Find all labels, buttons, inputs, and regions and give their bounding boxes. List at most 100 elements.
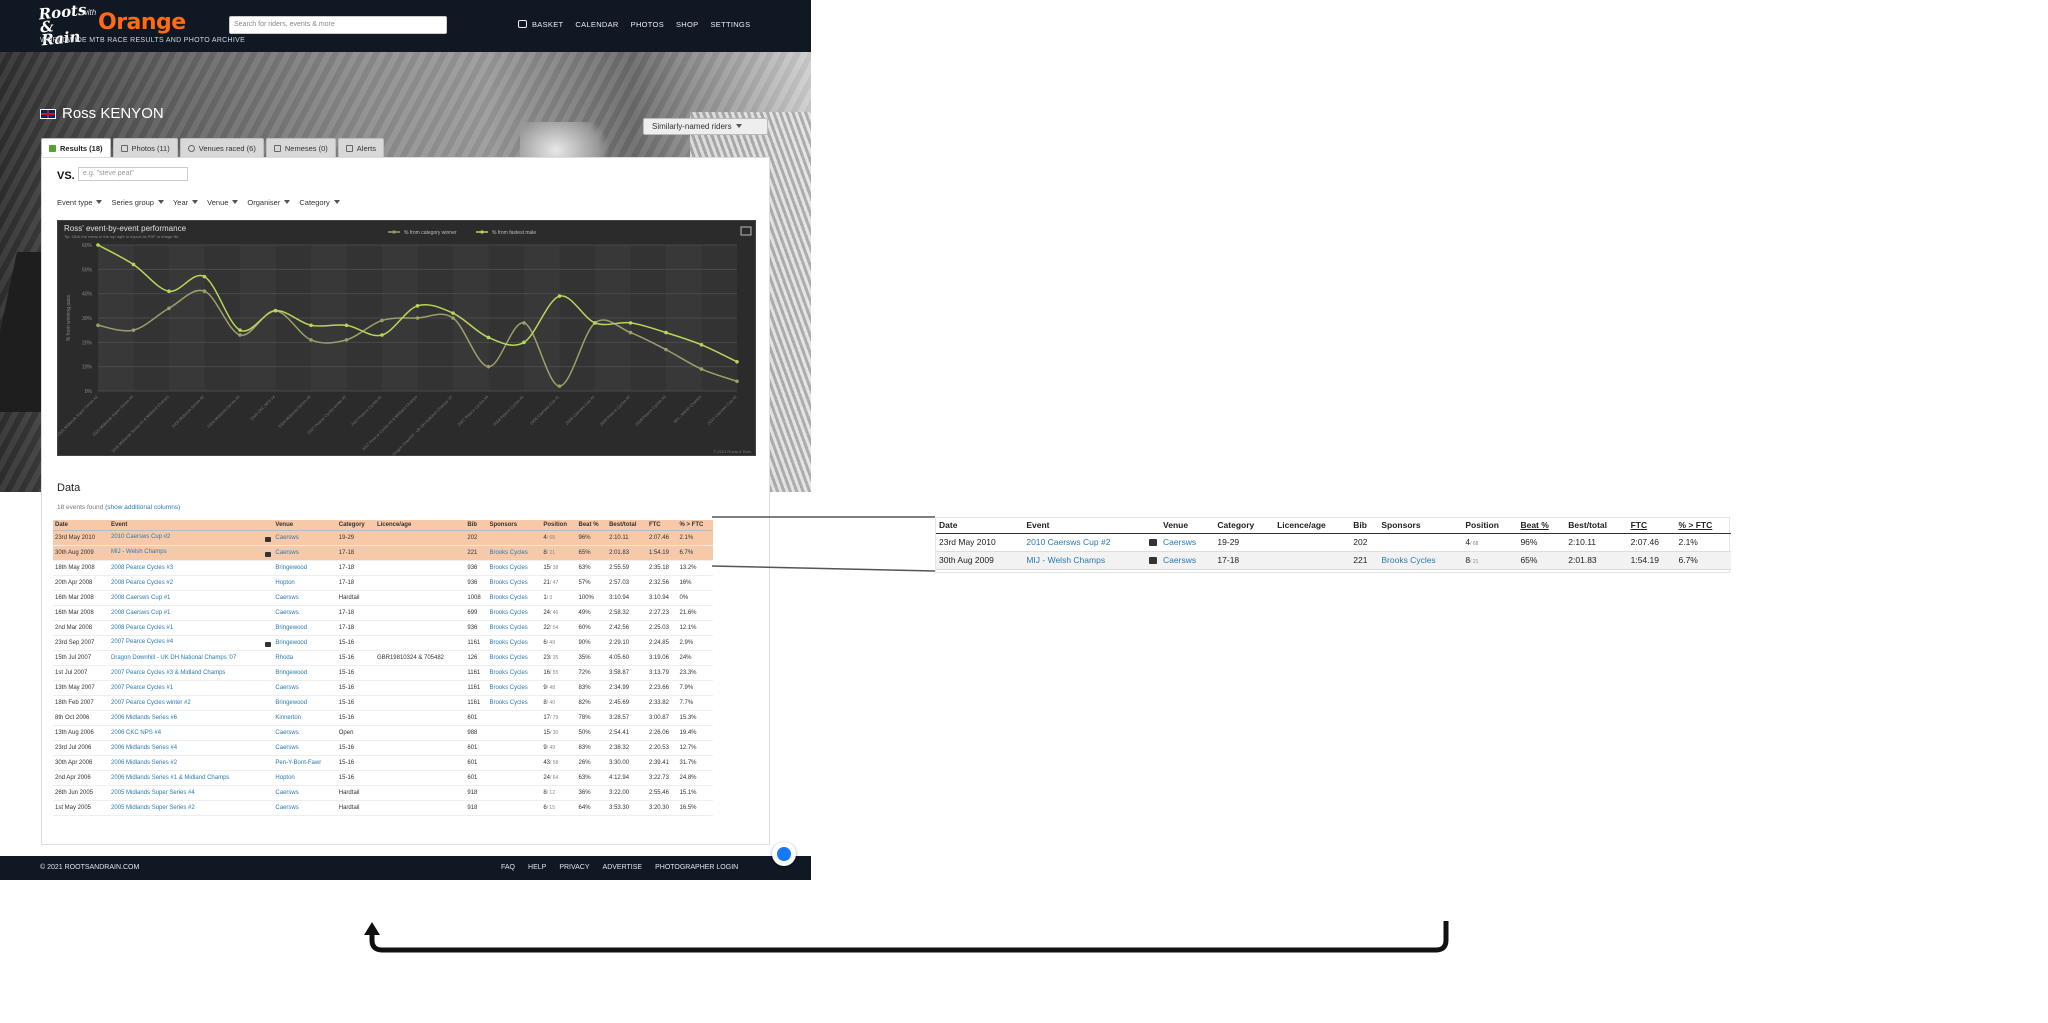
zoom-column-header[interactable]: Position xyxy=(1462,518,1518,534)
footer-advertise[interactable]: ADVERTISE xyxy=(603,864,643,871)
zoom-column-header[interactable]: Event xyxy=(1023,518,1161,534)
zoom-venue-link[interactable]: Caersws xyxy=(1160,551,1215,570)
sponsor-link[interactable]: Brooks Cycles xyxy=(487,545,542,561)
event-link[interactable]: MIJ - Welsh Champs xyxy=(109,545,274,561)
event-link[interactable]: 2008 Pearce Cycles #3 xyxy=(109,560,274,576)
tab-photos[interactable]: Photos (11) xyxy=(112,138,178,157)
venue-link[interactable]: Caersws xyxy=(273,785,337,801)
footer-faq[interactable]: FAQ xyxy=(501,864,515,871)
zoom-event-name[interactable]: MIJ - Welsh Champs xyxy=(1026,555,1105,565)
column-header[interactable]: Beat % xyxy=(576,520,608,531)
nav-shop[interactable]: SHOP xyxy=(676,20,698,29)
column-header[interactable]: Position xyxy=(541,520,577,531)
venue-link[interactable]: Bringewood xyxy=(273,695,337,711)
venue-link[interactable]: Bringewood xyxy=(273,620,337,636)
column-header[interactable]: FTC xyxy=(646,520,678,531)
sponsor-link[interactable]: Brooks Cycles xyxy=(487,665,542,681)
sponsor-link[interactable] xyxy=(487,740,542,756)
venue-link[interactable]: Caersws xyxy=(273,725,337,741)
venue-link[interactable]: Bringewood xyxy=(273,560,337,576)
zoom-column-header[interactable]: Licence/age xyxy=(1274,518,1351,534)
zoom-column-header[interactable]: Date xyxy=(936,518,1024,534)
sponsor-link[interactable]: Brooks Cycles xyxy=(487,560,542,576)
venue-link[interactable]: Bringewood xyxy=(273,635,337,651)
venue-link[interactable]: Rhoda xyxy=(273,650,337,666)
zoom-venue-link[interactable]: Caersws xyxy=(1160,533,1215,552)
venue-link[interactable]: Caersws xyxy=(273,590,337,606)
sponsor-link[interactable] xyxy=(487,710,542,726)
zoom-event-link[interactable]: MIJ - Welsh Champs xyxy=(1023,551,1161,570)
zoom-sponsor-link[interactable] xyxy=(1378,533,1463,552)
venue-link[interactable]: Caersws xyxy=(273,545,337,561)
sponsor-link[interactable]: Brooks Cycles xyxy=(487,695,542,711)
zoom-column-header[interactable]: Beat % xyxy=(1517,518,1566,534)
zoom-column-header[interactable]: Venue xyxy=(1160,518,1215,534)
camera-icon[interactable] xyxy=(265,642,272,647)
event-link[interactable]: 2008 Caersws Cup #1 xyxy=(109,605,274,621)
event-name[interactable]: 2010 Caersws Cup #2 xyxy=(111,534,170,540)
sponsor-link[interactable]: Brooks Cycles xyxy=(487,590,542,606)
tab-results[interactable]: Results (18) xyxy=(41,138,111,157)
similarly-named-riders-button[interactable]: Similarly-named riders xyxy=(643,118,768,135)
show-additional-columns-link[interactable]: (show additional columns) xyxy=(105,504,180,511)
sponsor-link[interactable]: Brooks Cycles xyxy=(487,620,542,636)
sponsor-link[interactable] xyxy=(487,800,542,816)
nav-settings[interactable]: SETTINGS xyxy=(710,20,750,29)
column-header[interactable]: Licence/age xyxy=(374,520,466,531)
sponsor-link[interactable]: Brooks Cycles xyxy=(487,680,542,696)
nav-calendar[interactable]: CALENDAR xyxy=(575,20,618,29)
vs-rider-input[interactable]: e.g. "steve peat" xyxy=(78,167,188,181)
event-link[interactable]: 2006 CKC NPS #4 xyxy=(109,725,274,741)
sponsor-link[interactable] xyxy=(487,530,542,546)
event-name[interactable]: 2007 Pearce Cycles #4 xyxy=(111,639,173,645)
messenger-chat-icon[interactable] xyxy=(772,842,796,866)
event-link[interactable]: 2005 Midlands Super Series #4 xyxy=(109,785,274,801)
venue-link[interactable]: Caersws xyxy=(273,800,337,816)
sponsor-link[interactable]: Brooks Cycles xyxy=(487,575,542,591)
nav-basket[interactable]: BASKET xyxy=(518,20,563,29)
sponsor-link[interactable]: Brooks Cycles xyxy=(487,650,542,666)
zoom-sponsor-link[interactable]: Brooks Cycles xyxy=(1378,551,1463,570)
zoom-column-header[interactable]: % > FTC xyxy=(1675,518,1731,534)
venue-link[interactable]: Caersws xyxy=(273,605,337,621)
sponsor-link[interactable]: Brooks Cycles xyxy=(487,605,542,621)
event-link[interactable]: 2006 Midlands Series #6 xyxy=(109,710,274,726)
sponsor-link[interactable] xyxy=(487,725,542,741)
venue-link[interactable]: Bringewood xyxy=(273,665,337,681)
column-header[interactable]: Best/total xyxy=(607,520,647,531)
column-header[interactable]: Bib xyxy=(465,520,488,531)
zoom-column-header[interactable]: FTC xyxy=(1627,518,1676,534)
filter-year[interactable]: Year xyxy=(173,198,199,207)
event-link[interactable]: 2007 Pearce Cycles winter #2 xyxy=(109,695,274,711)
event-link[interactable]: 2008 Pearce Cycles #2 xyxy=(109,575,274,591)
event-link[interactable]: 2007 Pearce Cycles #3 & Midland Champs xyxy=(109,665,274,681)
zoom-column-header[interactable]: Bib xyxy=(1350,518,1379,534)
column-header[interactable]: Venue xyxy=(273,520,337,531)
event-link[interactable]: 2007 Pearce Cycles #1 xyxy=(109,680,274,696)
zoom-column-header[interactable]: Best/total xyxy=(1565,518,1628,534)
camera-icon[interactable] xyxy=(265,537,272,542)
tab-venues[interactable]: Venues raced (6) xyxy=(179,138,264,157)
event-link[interactable]: Dragon Downhill - UK DH National Champs … xyxy=(109,650,274,666)
zoom-column-header[interactable]: Category xyxy=(1214,518,1275,534)
event-link[interactable]: 2006 Midlands Series #2 xyxy=(109,755,274,771)
zoom-event-link[interactable]: 2010 Caersws Cup #2 xyxy=(1023,533,1161,552)
venue-link[interactable]: Hopton xyxy=(273,575,337,591)
venue-link[interactable]: Pen-Y-Bont-Fawr xyxy=(273,755,337,771)
search-input[interactable]: Search for riders, events & more xyxy=(229,16,447,34)
venue-link[interactable]: Caersws xyxy=(273,740,337,756)
zoom-event-name[interactable]: 2010 Caersws Cup #2 xyxy=(1026,537,1110,547)
filter-series-group[interactable]: Series group xyxy=(111,198,164,207)
filter-organiser[interactable]: Organiser xyxy=(247,198,291,207)
event-link[interactable]: 2010 Caersws Cup #2 xyxy=(109,530,274,546)
tab-nemeses[interactable]: Nemeses (0) xyxy=(265,138,336,157)
zoom-column-header[interactable]: Sponsors xyxy=(1378,518,1463,534)
sponsor-link[interactable] xyxy=(487,770,542,786)
venue-link[interactable]: Kinnerton xyxy=(273,710,337,726)
event-link[interactable]: 2006 Midlands Series #4 xyxy=(109,740,274,756)
column-header[interactable]: Event xyxy=(109,520,274,531)
event-link[interactable]: 2005 Midlands Super Series #2 xyxy=(109,800,274,816)
camera-icon[interactable] xyxy=(265,552,272,557)
filter-category[interactable]: Category xyxy=(299,198,340,207)
camera-icon[interactable] xyxy=(1149,539,1158,546)
